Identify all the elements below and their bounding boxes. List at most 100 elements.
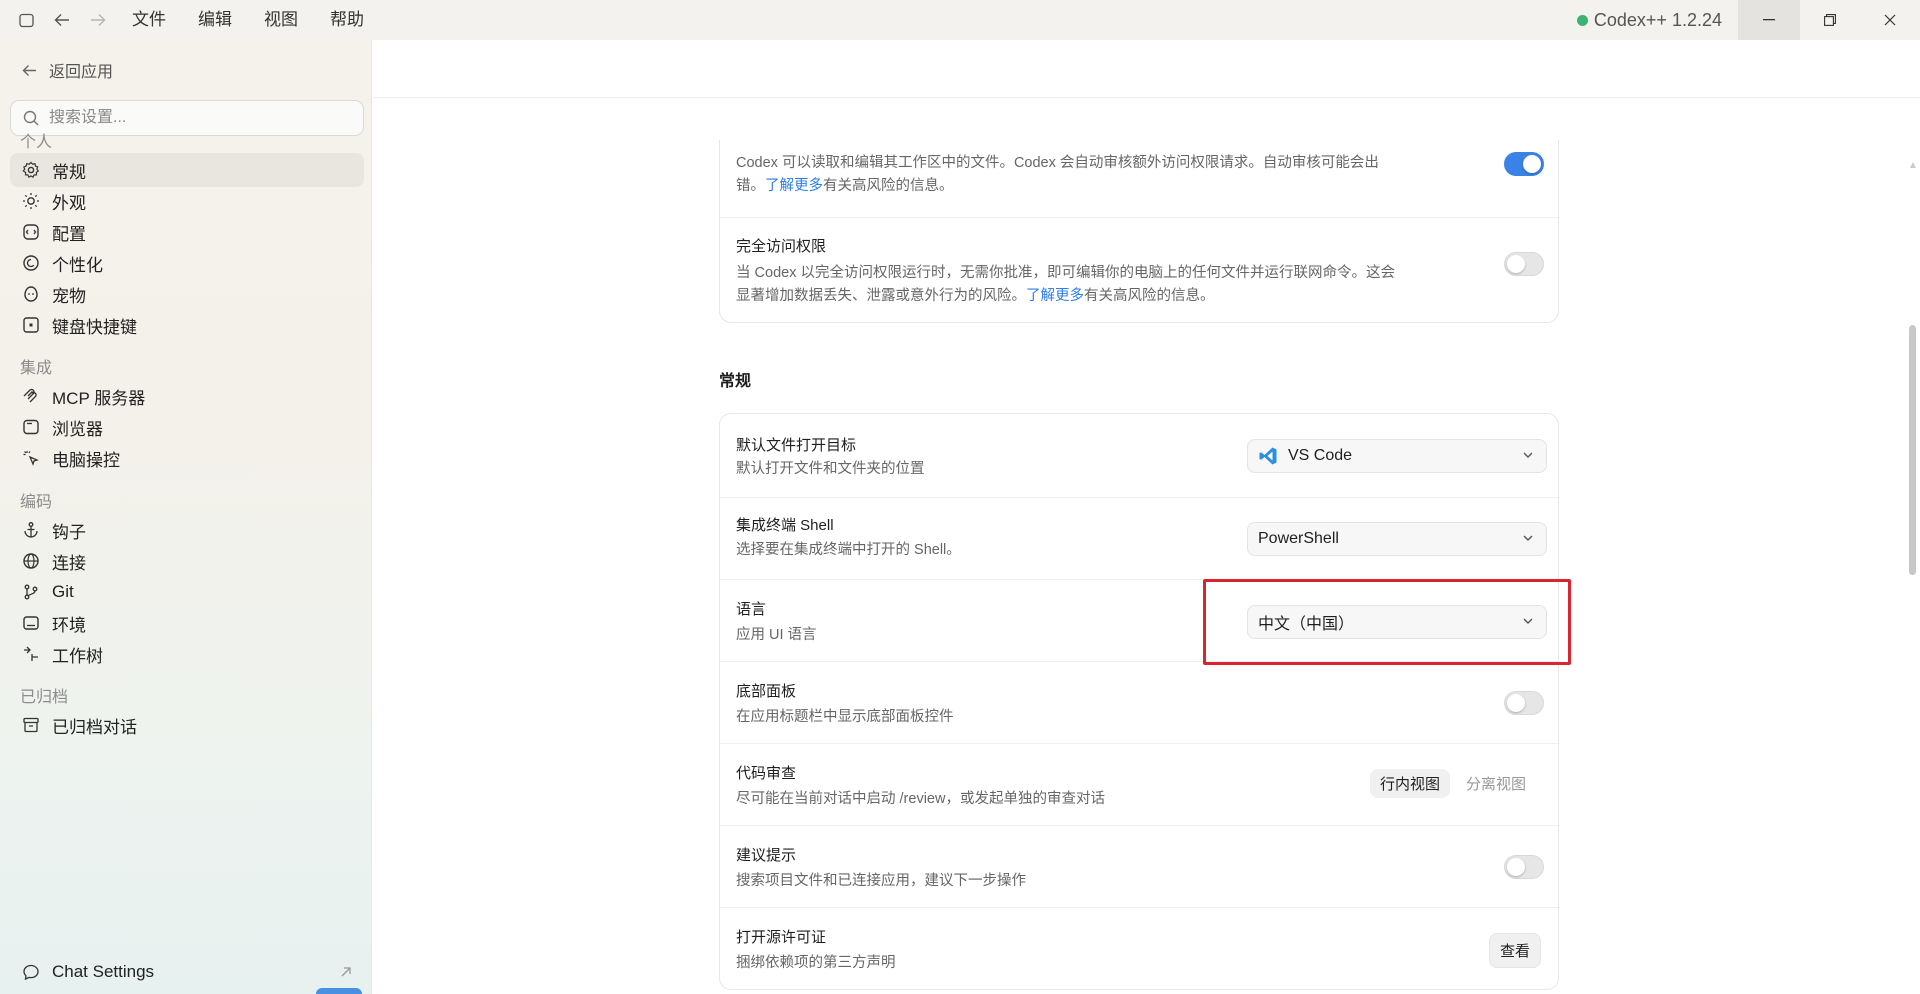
close-button[interactable] xyxy=(1860,0,1920,40)
sidebar-toggle-icon[interactable] xyxy=(8,0,44,40)
menu-file[interactable]: 文件 xyxy=(116,0,182,40)
code-review-segmented: 行内视图 分离视图 xyxy=(1370,769,1536,798)
open-target-select[interactable]: VS Code xyxy=(1247,439,1547,473)
bottom-panel-row: 底部面板 在应用标题栏中显示底部面板控件 xyxy=(720,661,1560,743)
shell-title: 集成终端 Shell xyxy=(736,517,834,534)
open-target-value: VS Code xyxy=(1288,447,1353,464)
sidebar-item-browser[interactable]: 浏览器 xyxy=(10,410,364,444)
suggestions-toggle[interactable] xyxy=(1504,855,1544,879)
shell-desc: 选择要在集成终端中打开的 Shell。 xyxy=(736,542,961,558)
shell-value: PowerShell xyxy=(1258,530,1339,547)
full-access-learn-more-link[interactable]: 了解更多 xyxy=(1026,288,1084,304)
pet-icon xyxy=(24,286,38,302)
sidebar-item-archived-chats[interactable]: 已归档对话 xyxy=(10,708,364,742)
sidebar-item-appearance[interactable]: 外观 xyxy=(10,184,364,218)
personalize-icon xyxy=(23,255,39,271)
menu-view[interactable]: 视图 xyxy=(248,0,314,40)
sidebar-item-label: 个性化 xyxy=(52,255,103,275)
forward-arrow-icon[interactable] xyxy=(80,0,116,40)
minimize-button[interactable] xyxy=(1738,0,1800,40)
chat-settings-label: Chat Settings xyxy=(52,962,155,981)
chat-settings-link[interactable]: Chat Settings xyxy=(10,955,364,989)
sidebar-item-git[interactable]: Git xyxy=(10,575,364,609)
highlight-annotation xyxy=(1203,579,1571,665)
auto-review-toggle[interactable] xyxy=(1504,152,1544,176)
sidebar-item-config[interactable]: 配置 xyxy=(10,215,364,249)
shell-row: 集成终端 Shell 选择要在集成终端中打开的 Shell。 PowerShel… xyxy=(720,497,1560,579)
mcp-icon xyxy=(23,388,37,403)
main-header-bar xyxy=(373,40,1920,98)
chat-bubble-icon xyxy=(23,964,39,981)
sidebar-item-label: 钩子 xyxy=(52,522,86,542)
suggestions-title: 建议提示 xyxy=(736,847,797,864)
sidebar-item-label: Git xyxy=(52,582,74,601)
full-access-title: 完全访问权限 xyxy=(736,238,827,255)
app-version: Codex++ 1.2.24 xyxy=(1576,10,1738,31)
sidebar-item-worktree[interactable]: 工作树 xyxy=(10,637,364,671)
section-archived: 已归档 xyxy=(20,689,69,706)
language-title: 语言 xyxy=(736,601,767,618)
code-review-row: 代码审查 尽可能在当前对话中启动 /review，或发起单独的审查对话 行内视图… xyxy=(720,743,1560,825)
open-target-desc: 默认打开文件和文件夹的位置 xyxy=(736,461,925,477)
search-icon xyxy=(23,110,39,126)
license-desc: 捆绑依赖项的第三方声明 xyxy=(736,955,896,971)
worktree-icon xyxy=(24,646,38,661)
auto-review-learn-more-link[interactable]: 了解更多 xyxy=(765,178,823,194)
sidebar-item-label: 常规 xyxy=(52,162,86,182)
section-coding: 编码 xyxy=(20,494,53,511)
keyboard-icon xyxy=(23,317,39,333)
globe-icon xyxy=(23,553,39,569)
split-view-option[interactable]: 分离视图 xyxy=(1456,769,1536,798)
scroll-up-icon[interactable]: ▲ xyxy=(1908,160,1918,171)
sidebar-item-label: 已归档对话 xyxy=(52,717,137,737)
sidebar-item-label: 配置 xyxy=(52,224,86,244)
restore-button[interactable] xyxy=(1800,0,1860,40)
bottom-panel-title: 底部面板 xyxy=(736,683,797,700)
menu-edit[interactable]: 编辑 xyxy=(182,0,248,40)
sidebar-item-computer-control[interactable]: 电脑操控 xyxy=(10,441,364,475)
vscode-icon xyxy=(1259,447,1277,465)
anchor-icon xyxy=(24,522,38,538)
open-target-row: 默认文件打开目标 默认打开文件和文件夹的位置 VS Code xyxy=(720,414,1560,497)
sidebar-item-general[interactable]: 常规 xyxy=(10,153,364,187)
browser-icon xyxy=(23,419,39,435)
sun-icon xyxy=(23,193,39,209)
sidebar-item-label: 电脑操控 xyxy=(52,450,120,470)
settings-search[interactable] xyxy=(10,100,364,136)
auto-review-row: Codex 可以读取和编辑其工作区中的文件。Codex 会自动审核额外访问权限请… xyxy=(720,140,1560,217)
sidebar-item-label: 宠物 xyxy=(52,286,86,306)
back-arrow-icon[interactable] xyxy=(44,0,80,40)
cursor-click-icon xyxy=(23,451,39,466)
sidebar-item-personalize[interactable]: 个性化 xyxy=(10,246,364,280)
sidebar-item-shortcuts[interactable]: 键盘快捷键 xyxy=(10,308,364,342)
sidebar-badge xyxy=(316,988,362,994)
sidebar-item-mcp[interactable]: MCP 服务器 xyxy=(10,379,364,413)
full-access-toggle[interactable] xyxy=(1504,252,1544,276)
code-review-title: 代码审查 xyxy=(736,765,797,782)
config-icon xyxy=(23,224,39,240)
sidebar-item-label: 浏览器 xyxy=(52,419,103,439)
back-to-app-link[interactable]: 返回应用 xyxy=(22,58,113,82)
view-license-button[interactable]: 查看 xyxy=(1489,933,1542,968)
language-desc: 应用 UI 语言 xyxy=(736,627,817,643)
bottom-panel-toggle[interactable] xyxy=(1504,691,1544,715)
full-access-row: 完全访问权限 当 Codex 以完全访问权限运行时，无需你批准，即可编辑你的电脑… xyxy=(720,217,1560,323)
section-personal: 个人 xyxy=(20,134,53,151)
inline-view-option[interactable]: 行内视图 xyxy=(1370,769,1451,798)
arrow-left-icon xyxy=(22,64,36,76)
back-to-app-label: 返回应用 xyxy=(49,64,114,81)
sidebar-item-connections[interactable]: 连接 xyxy=(10,544,364,578)
title-bar: 文件 编辑 视图 帮助 Codex++ 1.2.24 xyxy=(0,0,1920,40)
scrollbar-thumb[interactable] xyxy=(1909,325,1916,575)
permissions-card: Codex 可以读取和编辑其工作区中的文件。Codex 会自动审核额外访问权限请… xyxy=(719,140,1560,323)
chevron-down-icon xyxy=(1523,535,1533,541)
section-integration: 集成 xyxy=(20,360,53,377)
sidebar-item-hooks[interactable]: 钩子 xyxy=(10,513,364,547)
menu-help[interactable]: 帮助 xyxy=(314,0,380,40)
sidebar-item-pets[interactable]: 宠物 xyxy=(10,277,364,311)
shell-select[interactable]: PowerShell xyxy=(1247,522,1547,556)
sidebar-item-environment[interactable]: 环境 xyxy=(10,606,364,640)
status-dot-icon xyxy=(1576,14,1588,26)
bottom-panel-desc: 在应用标题栏中显示底部面板控件 xyxy=(736,709,954,725)
search-input[interactable] xyxy=(49,109,349,127)
